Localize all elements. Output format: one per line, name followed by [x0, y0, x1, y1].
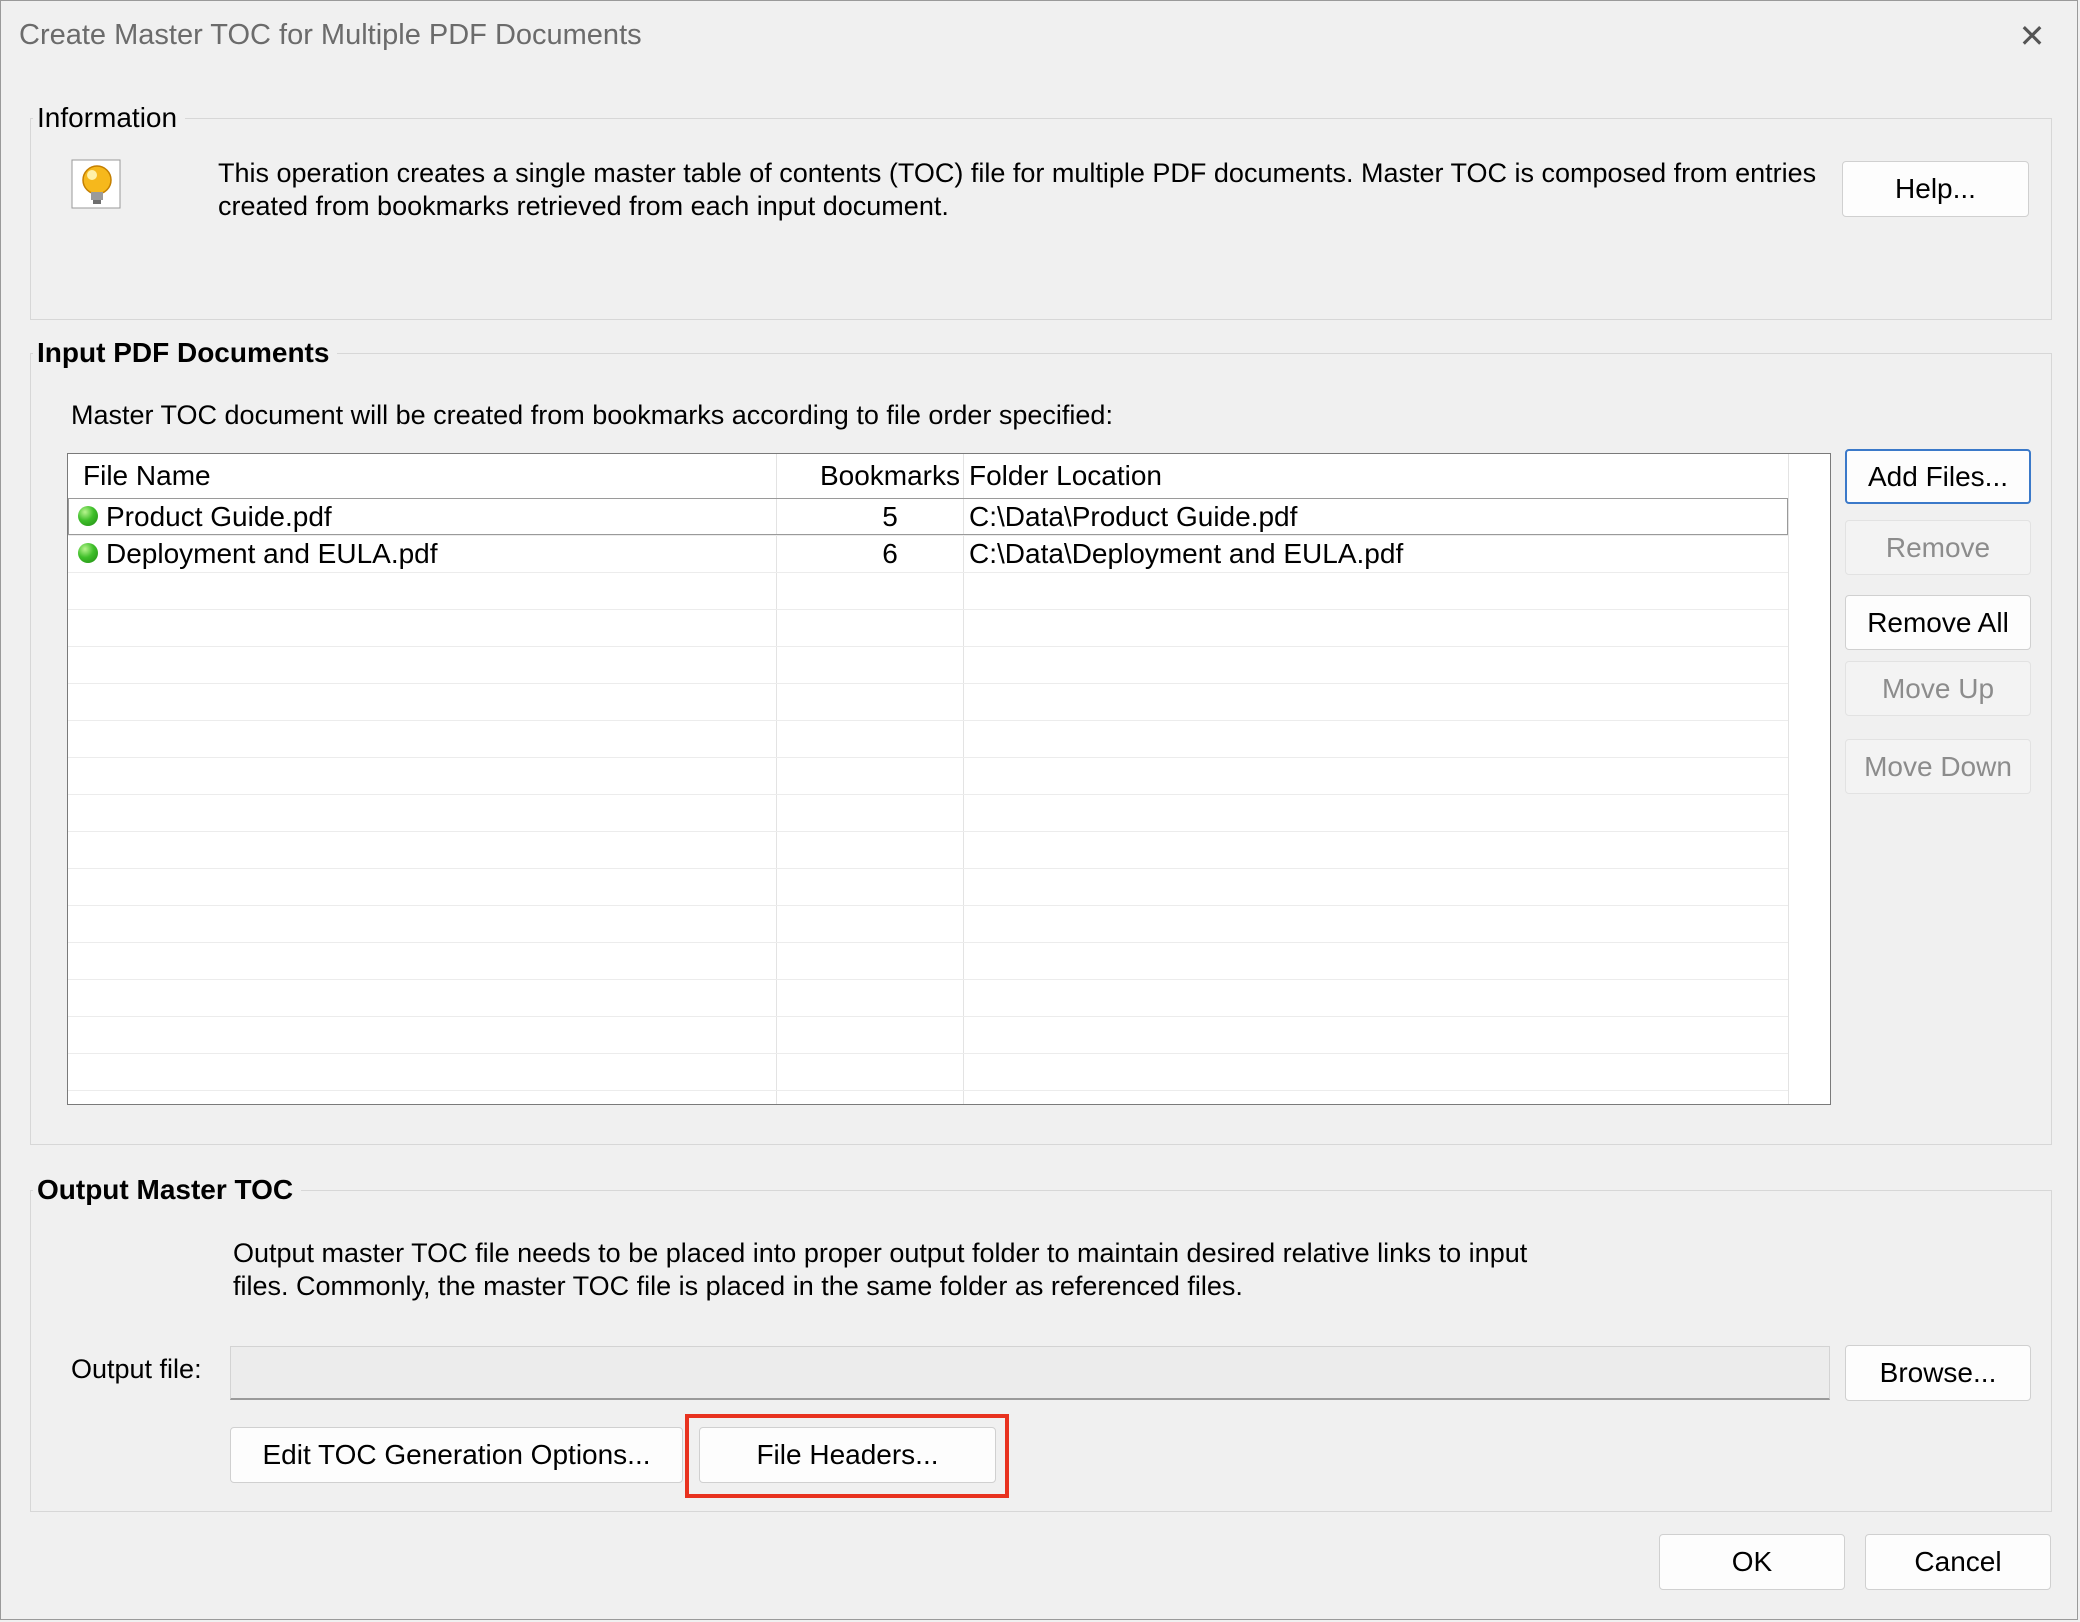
- remove-button[interactable]: Remove: [1845, 520, 2031, 575]
- file-name-cell: Product Guide.pdf: [106, 501, 332, 532]
- output-text-line1: Output master TOC file needs to be place…: [233, 1238, 1528, 1268]
- row-gridline: [68, 942, 1788, 943]
- column-header-bookmarks[interactable]: Bookmarks: [804, 454, 976, 498]
- row-gridline: [68, 794, 1788, 795]
- cancel-button[interactable]: Cancel: [1865, 1534, 2051, 1590]
- column-header-folder-location[interactable]: Folder Location: [969, 454, 1162, 498]
- ok-button[interactable]: OK: [1659, 1534, 1845, 1590]
- row-gridline: [68, 572, 1788, 573]
- row-gridline: [68, 831, 1788, 832]
- folder-location-cell: C:\Data\Product Guide.pdf: [969, 501, 1298, 532]
- dialog-window: Create Master TOC for Multiple PDF Docum…: [0, 0, 2078, 1620]
- add-files-button[interactable]: Add Files...: [1845, 449, 2031, 504]
- information-text-line1: This operation creates a single master t…: [218, 158, 1817, 188]
- remove-all-button[interactable]: Remove All: [1845, 595, 2031, 650]
- row-gridline: [68, 609, 1788, 610]
- bookmarks-cell: 5: [882, 501, 898, 532]
- browse-button[interactable]: Browse...: [1845, 1345, 2031, 1401]
- list-header: File Name Bookmarks Folder Location: [68, 454, 1830, 498]
- row-gridline: [68, 979, 1788, 980]
- help-button[interactable]: Help...: [1842, 161, 2029, 217]
- output-group-label: Output Master TOC: [33, 1174, 302, 1206]
- highlight-box: [685, 1414, 1009, 1498]
- move-down-button[interactable]: Move Down: [1845, 739, 2031, 794]
- row-gridline: [68, 683, 1788, 684]
- table-row[interactable]: Deployment and EULA.pdf 6 C:\Data\Deploy…: [68, 535, 1788, 572]
- input-documents-group-label: Input PDF Documents: [33, 337, 338, 369]
- column-header-file-name[interactable]: File Name: [83, 454, 211, 498]
- row-gridline: [68, 1090, 1788, 1091]
- row-gridline: [68, 868, 1788, 869]
- row-gridline: [68, 646, 1788, 647]
- edit-toc-options-button[interactable]: Edit TOC Generation Options...: [230, 1427, 683, 1483]
- information-text-line2: created from bookmarks retrieved from ea…: [218, 191, 949, 221]
- table-row[interactable]: Product Guide.pdf 5 C:\Data\Product Guid…: [68, 498, 1788, 535]
- row-gridline: [68, 1053, 1788, 1054]
- lightbulb-icon: [71, 159, 123, 211]
- output-text-line2: files. Commonly, the master TOC file is …: [233, 1271, 1243, 1301]
- file-name-cell: Deployment and EULA.pdf: [106, 538, 438, 569]
- output-file-label: Output file:: [71, 1354, 202, 1384]
- row-gridline: [68, 720, 1788, 721]
- status-ok-icon: [78, 543, 98, 563]
- row-gridline: [68, 757, 1788, 758]
- status-ok-icon: [78, 506, 98, 526]
- output-file-input[interactable]: [230, 1346, 1830, 1400]
- column-divider: [1788, 454, 1789, 1104]
- move-up-button[interactable]: Move Up: [1845, 661, 2031, 716]
- window-title: Create Master TOC for Multiple PDF Docum…: [19, 19, 642, 51]
- input-files-list[interactable]: File Name Bookmarks Folder Location Prod…: [67, 453, 1831, 1105]
- information-group-label: Information: [33, 102, 186, 134]
- row-gridline: [68, 905, 1788, 906]
- close-icon[interactable]: ✕: [2017, 20, 2047, 52]
- input-description: Master TOC document will be created from…: [71, 400, 1113, 430]
- row-gridline: [68, 1016, 1788, 1017]
- bookmarks-cell: 6: [882, 538, 898, 569]
- folder-location-cell: C:\Data\Deployment and EULA.pdf: [969, 538, 1404, 569]
